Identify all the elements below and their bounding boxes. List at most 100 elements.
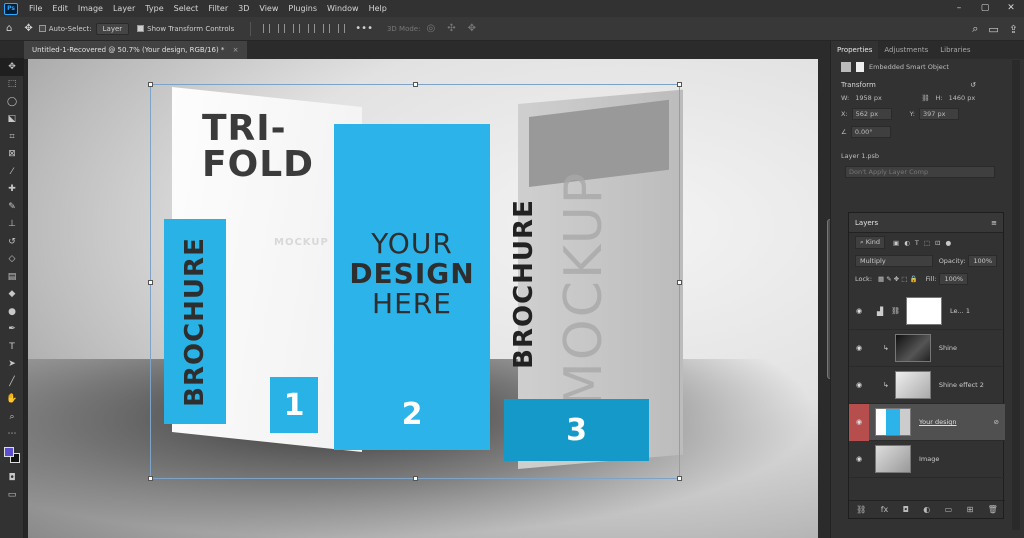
menu-plugins[interactable]: Plugins — [283, 4, 322, 13]
maximize-icon[interactable]: ▢ — [972, 0, 998, 17]
filter-type-icon[interactable]: T — [915, 239, 919, 247]
align-middle-icon[interactable] — [323, 24, 331, 33]
menu-layer[interactable]: Layer — [108, 4, 140, 13]
close-icon[interactable]: ✕ — [998, 0, 1024, 17]
menu-filter[interactable]: Filter — [203, 4, 233, 13]
link-icon[interactable]: ⛓ — [856, 505, 866, 514]
zoom-tool-icon[interactable]: ⌕ — [0, 408, 24, 426]
path-select-tool-icon[interactable]: ➤ — [0, 356, 24, 374]
filter-pixel-icon[interactable]: ▣ — [893, 239, 899, 247]
align-left-icon[interactable] — [263, 24, 271, 33]
trash-icon[interactable]: 🗑 — [988, 505, 998, 514]
search-icon[interactable]: ⌕ — [972, 22, 978, 36]
panel-scrollbar[interactable] — [1012, 60, 1020, 530]
menu-type[interactable]: Type — [140, 4, 168, 13]
lasso-tool-icon[interactable]: ◯ — [0, 93, 24, 111]
eye-icon[interactable]: ◉ — [849, 330, 869, 367]
minimize-icon[interactable]: – — [946, 0, 972, 17]
more-options-icon[interactable]: ••• — [349, 23, 379, 34]
layer-row-selected[interactable]: ◉ Your design ⊘ — [849, 403, 1005, 441]
new-layer-icon[interactable]: ⊞ — [967, 505, 974, 514]
angle-field[interactable]: 0.00° — [850, 126, 891, 138]
blend-mode-dropdown[interactable]: Multiply — [855, 255, 933, 267]
menu-select[interactable]: Select — [169, 4, 204, 13]
marquee-tool-icon[interactable]: ⬚ — [0, 76, 24, 94]
object-select-tool-icon[interactable]: ⬕ — [0, 111, 24, 129]
stamp-tool-icon[interactable]: ⊥ — [0, 216, 24, 234]
fill-field[interactable]: 100% — [939, 273, 969, 285]
align-top-icon[interactable] — [308, 24, 316, 33]
x-field[interactable]: 562 px — [851, 108, 892, 120]
align-bottom-icon[interactable] — [338, 24, 346, 33]
workspace-icon[interactable]: ▭ — [988, 23, 998, 36]
screen-mode-icon[interactable]: ▭ — [0, 487, 24, 505]
type-tool-icon[interactable]: T — [0, 338, 24, 356]
move-tool-icon[interactable]: ✥ — [18, 23, 38, 34]
color-swatches[interactable] — [0, 443, 24, 469]
adjustment-icon[interactable]: ◐ — [923, 505, 930, 514]
menu-file[interactable]: File — [24, 4, 47, 13]
layer-row[interactable]: ◉ ↳ Shine effect 2 — [849, 367, 1005, 404]
mask-icon[interactable]: ◘ — [903, 505, 909, 514]
eraser-tool-icon[interactable]: ◇ — [0, 251, 24, 269]
eye-icon[interactable]: ◉ — [849, 293, 869, 330]
gradient-tool-icon[interactable]: ▤ — [0, 268, 24, 286]
transform-controls-option[interactable]: Show Transform Controls — [137, 25, 234, 33]
lock-icons[interactable]: ▦ ✎ ✥ ⬚ 🔒 — [878, 275, 918, 283]
align-center-icon[interactable] — [278, 24, 286, 33]
healing-brush-tool-icon[interactable]: ✚ — [0, 181, 24, 199]
foreground-color-swatch[interactable] — [4, 447, 14, 457]
menu-3d[interactable]: 3D — [233, 4, 254, 13]
3d-orbit-icon[interactable]: ◎ — [420, 23, 441, 34]
filter-shape-icon[interactable]: ⬚ — [924, 239, 930, 247]
link-dimensions-icon[interactable]: ⛓ — [921, 94, 929, 102]
layer-row[interactable]: ◉ ↳ Shine — [849, 330, 1005, 367]
hand-tool-icon[interactable]: ✋ — [0, 391, 24, 409]
eyedropper-tool-icon[interactable]: ⁄ — [0, 163, 24, 181]
dodge-tool-icon[interactable]: ● — [0, 303, 24, 321]
tab-libraries[interactable]: Libraries — [934, 41, 976, 59]
brush-tool-icon[interactable]: ✎ — [0, 198, 24, 216]
canvas-area[interactable]: TRI- FOLD MOCKUP BROCHURE 1 YOUR DESIGN … — [24, 59, 830, 538]
canvas-vertical-scrollbar[interactable] — [818, 59, 830, 538]
frame-tool-icon[interactable]: ⊠ — [0, 146, 24, 164]
smart-object-link-icon[interactable]: ⊘ — [994, 418, 999, 426]
filter-adjust-icon[interactable]: ◐ — [904, 239, 910, 247]
eye-icon[interactable]: ◉ — [849, 367, 869, 404]
eye-icon[interactable]: ◉ — [849, 403, 869, 441]
auto-select-option[interactable]: Auto-Select: Layer — [38, 22, 130, 35]
history-brush-tool-icon[interactable]: ↺ — [0, 233, 24, 251]
h-value[interactable]: 1460 px — [949, 94, 976, 102]
quick-mask-icon[interactable]: ◘ — [0, 469, 24, 487]
transform-controls-checkbox[interactable] — [137, 25, 145, 32]
auto-select-dropdown[interactable]: Layer — [95, 22, 130, 35]
3d-pan-icon[interactable]: ✥ — [462, 23, 482, 34]
panel-menu-icon[interactable]: ≡ — [991, 219, 997, 227]
menu-help[interactable]: Help — [364, 4, 392, 13]
kind-filter[interactable]: ⌕ Kind — [855, 236, 886, 249]
close-tab-icon[interactable]: × — [233, 46, 239, 54]
menu-window[interactable]: Window — [322, 4, 364, 13]
y-field[interactable]: 397 px — [918, 108, 959, 120]
pen-tool-icon[interactable]: ✒ — [0, 321, 24, 339]
document-canvas[interactable] — [28, 59, 818, 538]
menu-view[interactable]: View — [254, 4, 283, 13]
reset-transform-icon[interactable]: ↺ — [970, 81, 976, 89]
home-icon[interactable]: ⌂ — [0, 23, 18, 34]
menu-image[interactable]: Image — [73, 4, 108, 13]
layer-comp-dropdown[interactable]: Don't Apply Layer Comp — [845, 166, 995, 178]
filter-smart-icon[interactable]: ⊡ — [935, 239, 940, 247]
layers-title[interactable]: Layers — [855, 219, 878, 227]
menu-edit[interactable]: Edit — [47, 4, 73, 13]
document-tab[interactable]: Untitled-1-Recovered @ 50.7% (Your desig… — [24, 41, 247, 59]
more-tools-icon[interactable]: ⋯ — [0, 426, 24, 444]
group-icon[interactable]: ▭ — [945, 505, 953, 514]
filter-toggle-icon[interactable]: ● — [945, 239, 951, 247]
blur-tool-icon[interactable]: ◆ — [0, 286, 24, 304]
align-right-icon[interactable] — [293, 24, 301, 33]
layer-row[interactable]: ◉ ▟ ⛓ Le... 1 — [849, 293, 1005, 330]
tab-properties[interactable]: Properties — [831, 41, 879, 59]
crop-tool-icon[interactable]: ⌗ — [0, 128, 24, 146]
share-icon[interactable]: ⇪ — [1009, 23, 1018, 36]
photoshop-logo-icon[interactable]: Ps — [4, 2, 18, 15]
